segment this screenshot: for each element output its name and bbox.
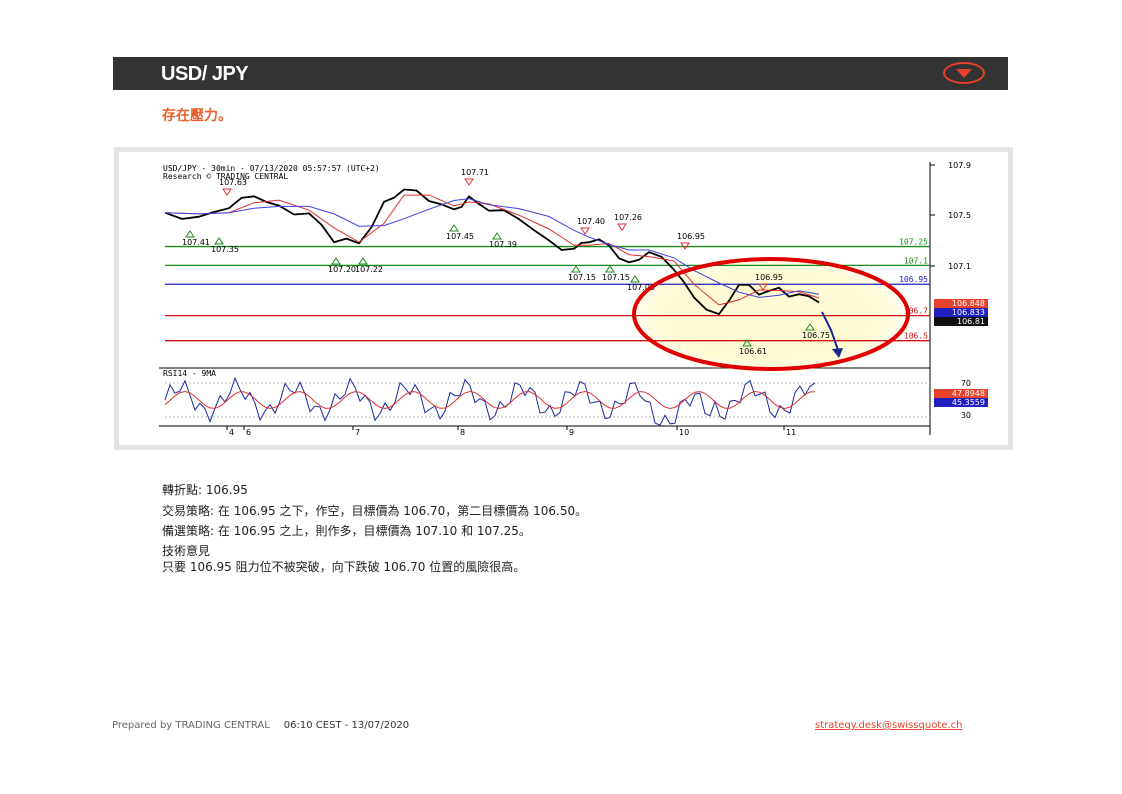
pivot-label: 轉折點 bbox=[162, 483, 199, 497]
down-marker-icon bbox=[222, 188, 232, 196]
swing-low-label: 107.45 bbox=[446, 232, 474, 241]
level-label-106.95: 106.95 bbox=[899, 275, 928, 284]
swing-low-label: 107.15 bbox=[602, 273, 630, 282]
price-tag-label: 106.81 bbox=[957, 317, 985, 326]
pivot-value: 106.95 bbox=[205, 483, 248, 497]
footer-credit: Prepared by TRADING CENTRAL 06:10 CEST - … bbox=[112, 720, 409, 731]
x-axis-label: 11 bbox=[786, 428, 796, 437]
rsi-label: RSI14 - 9MA bbox=[163, 369, 216, 378]
x-axis-label: 6 bbox=[246, 428, 251, 437]
level-label-106.5: 106.5 bbox=[904, 332, 928, 341]
up-marker-icon bbox=[185, 230, 195, 238]
rsi-tag-label: 47.8948 bbox=[952, 389, 985, 398]
rsi-line bbox=[164, 376, 816, 426]
level-label-107.25: 107.25 bbox=[899, 238, 928, 247]
price-chart: 107.25 107.1 106.95 106.7 106.5 107.63 107.71… bbox=[119, 152, 1008, 445]
prepared-by: Prepared by TRADING CENTRAL bbox=[112, 720, 270, 731]
comment-text: 只要 106.95 阻力位不被突破，向下跌破 106.70 位置的風險很高。 bbox=[162, 559, 526, 574]
down-marker-icon bbox=[464, 178, 474, 186]
up-marker-icon bbox=[449, 224, 459, 232]
x-axis-label: 10 bbox=[679, 428, 689, 437]
swing-high-label: 107.26 bbox=[614, 213, 642, 222]
x-axis-label: 9 bbox=[569, 428, 574, 437]
chart-subtitle: Research © TRADING CENTRAL bbox=[163, 172, 288, 181]
pivot-row: 轉折點: 106.95 bbox=[162, 483, 248, 497]
price-chart-svg: 107.25107.1106.95106.7106.5 107.63107.71… bbox=[159, 161, 988, 437]
analysis-block: 轉折點: 106.95 交易策略: 在 106.95 之下，作空，目標價為 10… bbox=[162, 480, 587, 575]
alt-strategy-text: 在 106.95 之上，則作多，目標價為 107.10 和 107.25。 bbox=[217, 524, 531, 538]
swing-high-label: 106.95 bbox=[755, 273, 783, 282]
swing-low-label: 107.35 bbox=[211, 245, 239, 254]
level-label-107.1: 107.1 bbox=[904, 256, 928, 265]
down-arrow-icon bbox=[956, 69, 972, 78]
swing-low-label: 107.20 bbox=[328, 265, 356, 274]
swing-high-label: 107.71 bbox=[461, 168, 489, 177]
rsi-axis-label: 30 bbox=[961, 411, 971, 420]
up-marker-icon bbox=[571, 265, 581, 273]
direction-badge bbox=[943, 62, 985, 84]
price-axis-label: 107.1 bbox=[948, 262, 971, 271]
headline: 存在壓力。 bbox=[162, 108, 232, 124]
up-marker-icon bbox=[331, 257, 341, 265]
footer-timestamp: 06:10 CEST - 13/07/2020 bbox=[283, 720, 410, 731]
price-tag-label: 106.848 bbox=[952, 299, 985, 308]
up-marker-icon bbox=[358, 257, 368, 265]
strategy-row: 交易策略: 在 106.95 之下，作空，目標價為 106.70，第二目標價為 … bbox=[162, 503, 588, 518]
comment-title: 技術意見 bbox=[162, 543, 211, 558]
header-bar: USD/ JPY bbox=[113, 57, 1008, 90]
pair-title: USD/ JPY bbox=[161, 63, 249, 85]
price-tag-label: 106.833 bbox=[952, 308, 985, 317]
up-marker-icon bbox=[630, 275, 640, 283]
x-axis-label: 8 bbox=[460, 428, 465, 437]
rsi-axis-label: 70 bbox=[961, 379, 971, 388]
swing-low-label: 107.15 bbox=[568, 273, 596, 282]
up-marker-icon bbox=[605, 265, 615, 273]
swing-high-label: 107.40 bbox=[577, 217, 605, 226]
footer-email-link[interactable]: strategy.desk@swissquote.ch bbox=[815, 720, 962, 731]
swing-high-label: 106.95 bbox=[677, 232, 705, 241]
swing-low-label: 106.61 bbox=[739, 347, 767, 356]
x-axis-label: 7 bbox=[355, 428, 360, 437]
up-marker-icon bbox=[214, 237, 224, 245]
swing-low-label: 106.75 bbox=[802, 331, 830, 340]
alt-strategy-label: 備選策略 bbox=[162, 524, 211, 538]
swing-low-label: 107.39 bbox=[489, 240, 517, 249]
swing-low-label: 107.22 bbox=[355, 265, 383, 274]
down-marker-icon bbox=[580, 227, 590, 235]
rsi-ma-line bbox=[164, 390, 816, 410]
swing-low-label: 107.41 bbox=[182, 238, 210, 247]
price-axis-label: 107.9 bbox=[948, 161, 971, 170]
alt-strategy-row: 備選策略: 在 106.95 之上，則作多，目標價為 107.10 和 107.… bbox=[162, 524, 531, 538]
price-axis-label: 107.5 bbox=[948, 211, 971, 220]
x-axis-label: 4 bbox=[229, 428, 234, 437]
strategy-text: 在 106.95 之下，作空，目標價為 106.70，第二目標價為 106.50… bbox=[217, 503, 588, 518]
chart-frame: 107.25 107.1 106.95 106.7 106.5 107.63 107.71… bbox=[114, 147, 1013, 450]
strategy-label: 交易策略 bbox=[162, 503, 211, 518]
rsi-tag-label: 45.3559 bbox=[952, 398, 985, 407]
up-marker-icon bbox=[492, 232, 502, 240]
down-marker-icon bbox=[617, 223, 627, 231]
